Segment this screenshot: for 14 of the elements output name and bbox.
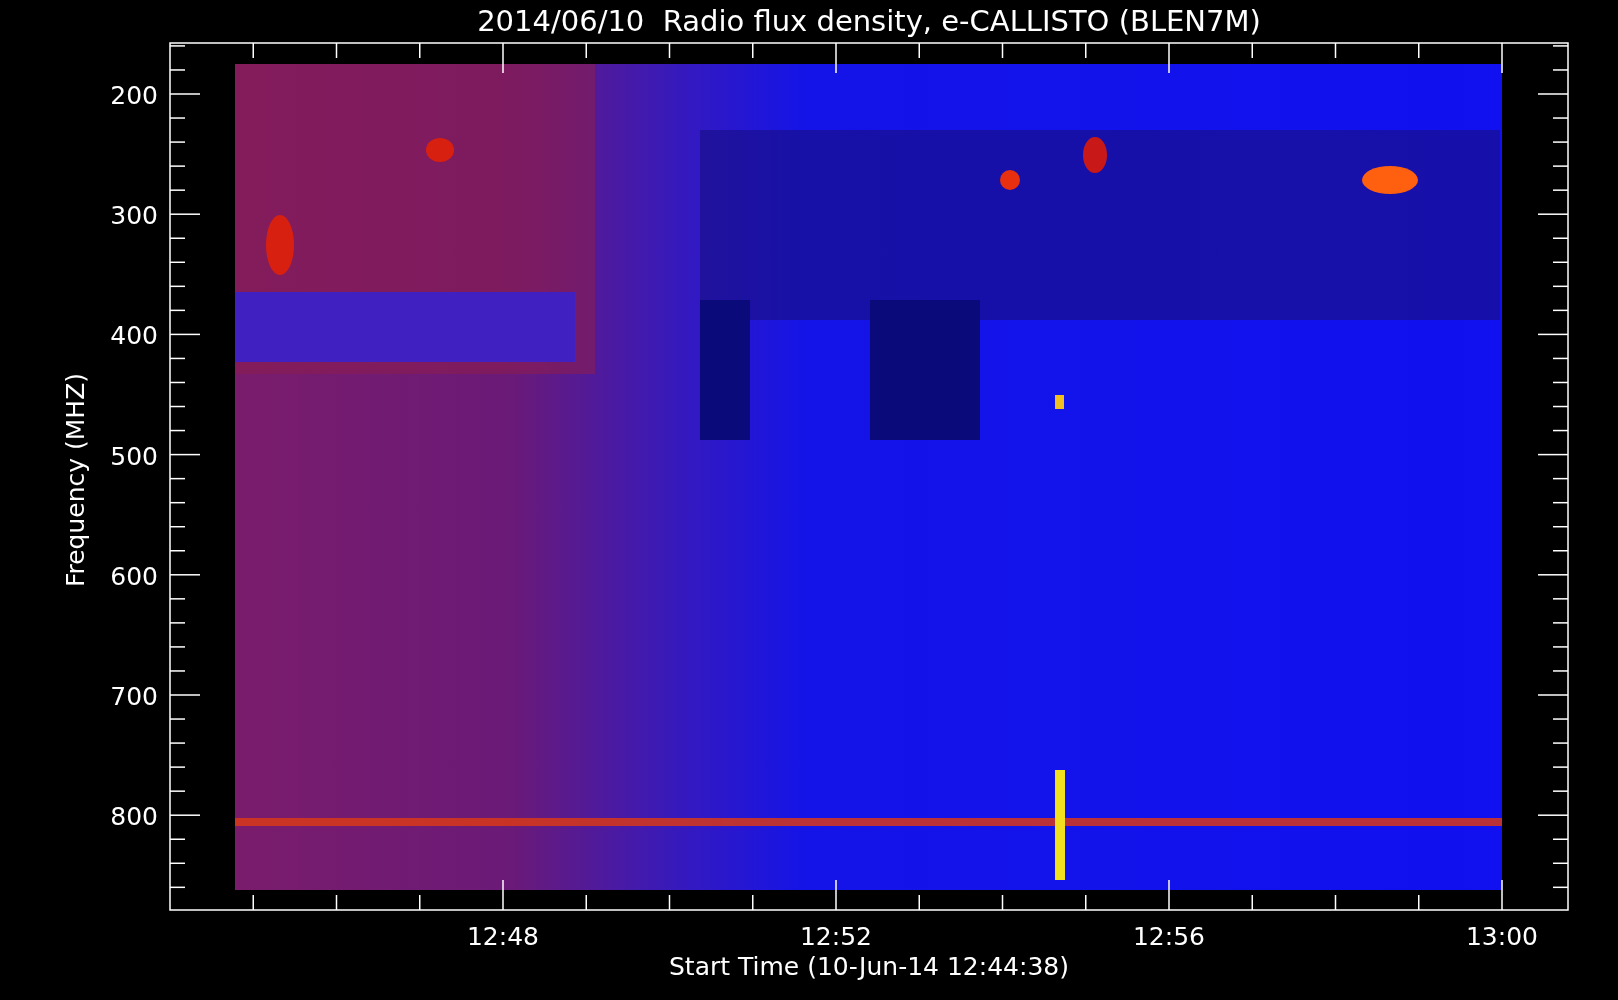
x-tick-label: 12:56	[1133, 922, 1205, 951]
y-tick-label: 200	[110, 81, 158, 110]
y-tick-label: 800	[110, 802, 158, 832]
x-tick-label: 12:52	[800, 922, 872, 951]
chart-title: 2014/06/10 Radio flux density, e-CALLISTO (BLEN7M)	[477, 4, 1261, 38]
x-axis-label: Start Time (10-Jun-14 12:44:38)	[669, 952, 1069, 981]
x-tick-label: 13:00	[1466, 922, 1538, 951]
y-tick-label: 600	[110, 561, 158, 591]
y-axis-label: Frequency (MHZ)	[61, 372, 90, 588]
y-tick-label: 400	[110, 321, 158, 351]
x-tick-label: 12:48	[467, 922, 539, 951]
y-tick-label: 300	[110, 201, 158, 231]
y-tick-label: 500	[110, 441, 158, 471]
y-tick-label: 700	[110, 682, 158, 711]
